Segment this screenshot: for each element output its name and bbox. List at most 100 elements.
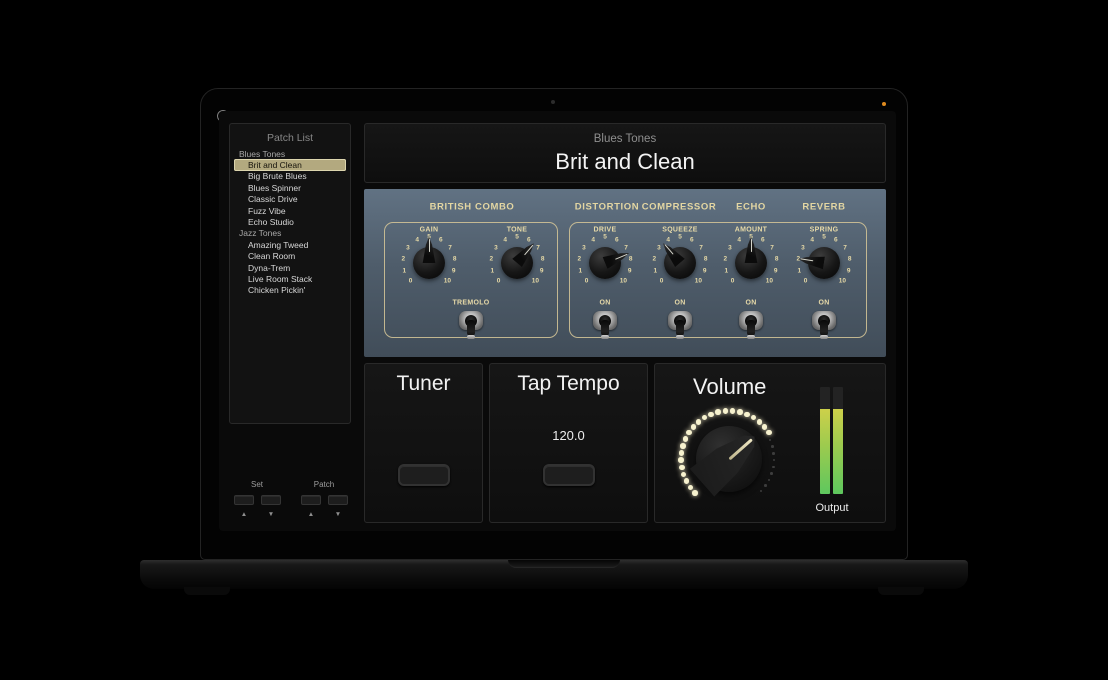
patch-up-arrow-icon[interactable]: ▲ [308, 511, 314, 518]
led-dot-unlit [772, 466, 775, 469]
macbook-screen: × Patch List Blues TonesBrit and CleanBi… [200, 88, 908, 560]
distortion-on-switch[interactable] [592, 311, 618, 341]
knob-scale-number: 0 [660, 278, 664, 285]
echo-on-switch[interactable] [738, 311, 764, 341]
patch-group-label: Jazz Tones [230, 228, 350, 239]
section-title-distortion: DISTORTION [575, 202, 639, 213]
squeeze-knob[interactable]: 012345678910 [648, 231, 712, 295]
meter-fill [833, 409, 843, 494]
tuner-button[interactable] [398, 464, 450, 486]
patch-list-item[interactable]: Echo Studio [230, 216, 350, 227]
knob-scale-number: 4 [737, 236, 741, 243]
tuner-panel: Tuner [364, 363, 483, 523]
tremolo-switch[interactable] [458, 311, 484, 341]
patch-list-item[interactable]: Classic Drive [230, 194, 350, 205]
patch-list-item[interactable]: Fuzz Vibe [230, 205, 350, 216]
distortion-on-label: ON [599, 300, 610, 307]
patch-list-item[interactable]: Big Brute Blues [230, 171, 350, 182]
set-down-button[interactable] [261, 495, 281, 505]
knob-scale-number: 1 [578, 268, 582, 275]
amp-panel: BRITISH COMBO DISTORTION COMPRESSOR ECHO… [364, 189, 886, 357]
led-dot-lit [762, 424, 768, 430]
led-dot-lit [678, 457, 684, 463]
compressor-on-switch[interactable] [667, 311, 693, 341]
patch-list-title: Patch List [230, 132, 350, 144]
knob-scale-number: 5 [603, 234, 607, 241]
knob-scale-number: 10 [444, 278, 451, 285]
knob-scale-number: 3 [728, 244, 732, 251]
switch-lever-tip [820, 335, 828, 339]
knob-scale-number: 2 [724, 255, 728, 262]
knob-scale-number: 8 [629, 255, 633, 262]
patch-list-item[interactable]: Brit and Clean [234, 159, 346, 170]
knob-scale-number: 0 [497, 278, 501, 285]
knob-scale-number: 7 [699, 244, 703, 251]
knob-scale-number: 10 [532, 278, 539, 285]
patch-down-button[interactable] [328, 495, 348, 505]
patch-list-item[interactable]: Live Room Stack [230, 273, 350, 284]
drive-knob[interactable]: 012345678910 [573, 231, 637, 295]
knob-scale-number: 0 [585, 278, 589, 285]
led-dot-unlit [769, 439, 772, 442]
patch-list-item[interactable]: Amazing Tweed [230, 239, 350, 250]
output-meter-left [820, 387, 830, 494]
reverb-on-switch[interactable] [811, 311, 837, 341]
patch-list-item[interactable]: Dyna-Trem [230, 262, 350, 273]
patch-label: Patch [314, 480, 334, 489]
knob-scale-number: 1 [797, 268, 801, 275]
knob-scale-number: 2 [653, 255, 657, 262]
led-dot-lit [684, 478, 690, 484]
knob-scale-number: 10 [839, 278, 846, 285]
patch-list-item[interactable]: Blues Spinner [230, 182, 350, 193]
led-dot-lit [680, 443, 686, 449]
knob-scale-number: 9 [847, 268, 851, 275]
led-dot-lit [723, 408, 729, 414]
led-dot-lit [715, 409, 721, 415]
knob-scale-number: 9 [540, 268, 544, 275]
led-dot-unlit [764, 484, 767, 487]
macbook-base [140, 560, 968, 589]
knob-scale-number: 7 [624, 244, 628, 251]
knob-scale-number: 7 [536, 244, 540, 251]
section-title-british-combo: BRITISH COMBO [430, 202, 515, 213]
knob-scale-number: 6 [615, 236, 619, 243]
switch-lever [820, 320, 828, 336]
tone-knob[interactable]: 012345678910 [485, 231, 549, 295]
right-foot [878, 587, 924, 595]
section-title-compressor: COMPRESSOR [642, 202, 717, 213]
set-up-arrow-icon[interactable]: ▲ [241, 511, 247, 518]
set-down-arrow-icon[interactable]: ▼ [268, 511, 274, 518]
led-dot-lit [696, 419, 702, 425]
volume-knob[interactable] [669, 399, 789, 519]
patch-list-item[interactable]: Chicken Pickin' [230, 285, 350, 296]
switch-lever-tip [747, 335, 755, 339]
led-dot-lit [766, 430, 772, 436]
tap-tempo-button[interactable] [543, 464, 595, 486]
spring-knob[interactable]: 012345678910 [792, 231, 856, 295]
knob-scale-number: 8 [541, 255, 545, 262]
patch-header-panel: Blues Tones Brit and Clean [364, 123, 886, 183]
knob-scale-number: 0 [804, 278, 808, 285]
patch-up-button[interactable] [301, 495, 321, 505]
tap-tempo-title: Tap Tempo [490, 372, 647, 396]
knob-scale-number: 4 [810, 236, 814, 243]
patch-down-arrow-icon[interactable]: ▼ [335, 511, 341, 518]
set-up-button[interactable] [234, 495, 254, 505]
section-title-reverb: REVERB [802, 202, 845, 213]
patch-list-item[interactable]: Clean Room [230, 251, 350, 262]
knob-scale-number: 4 [591, 236, 595, 243]
led-dot-lit [683, 436, 689, 442]
switch-lever-tip [467, 335, 475, 339]
amount-knob[interactable]: 012345678910 [719, 231, 783, 295]
gain-knob[interactable]: 012345678910 [397, 231, 461, 295]
knob-scale-number: 6 [834, 236, 838, 243]
knob-scale-number: 7 [770, 244, 774, 251]
knob-scale-number: 8 [704, 255, 708, 262]
knob-scale-number: 3 [657, 244, 661, 251]
led-dot-lit [688, 485, 694, 491]
led-dot-lit [737, 409, 743, 415]
meter-fill [820, 409, 830, 494]
led-dot-lit [744, 412, 750, 418]
knob-scale-number: 4 [666, 236, 670, 243]
knob-scale-number: 10 [695, 278, 702, 285]
